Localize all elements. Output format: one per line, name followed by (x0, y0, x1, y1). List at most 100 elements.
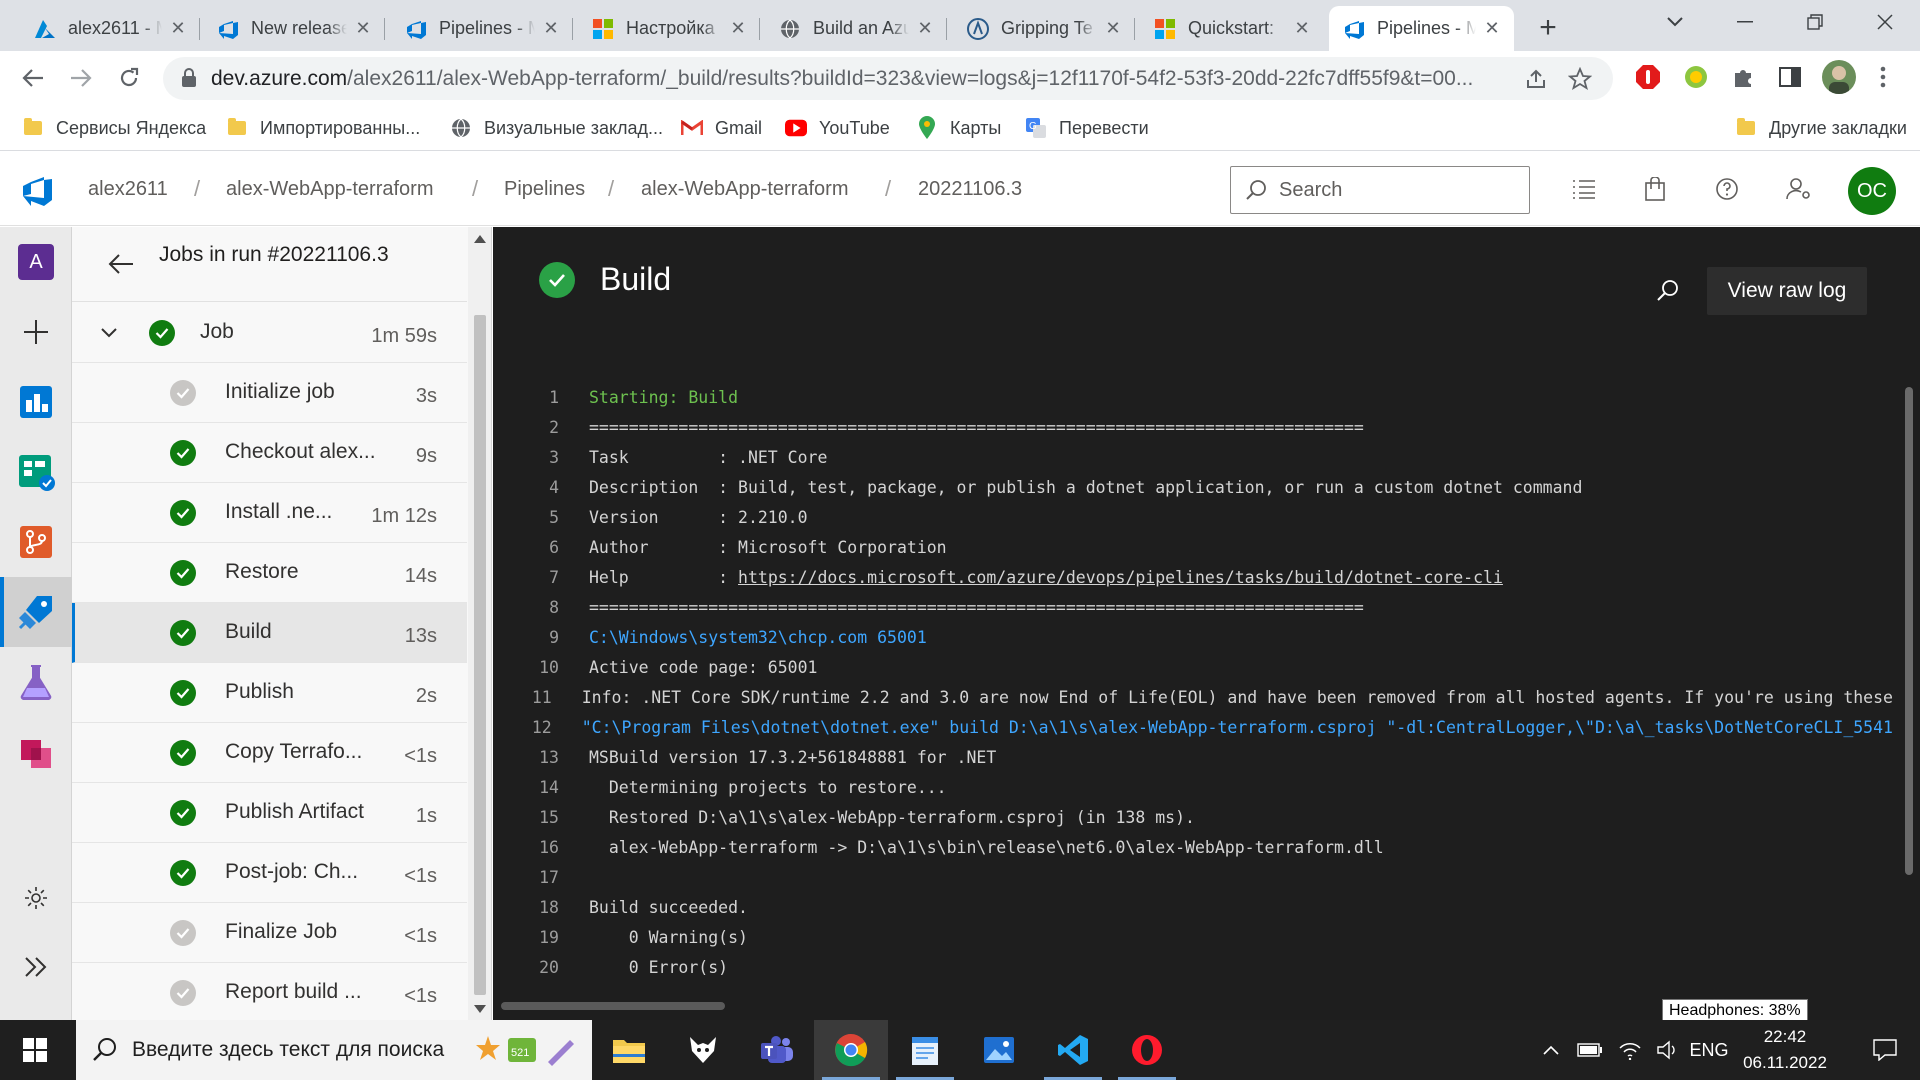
close-tab-icon[interactable]: ✕ (915, 18, 935, 39)
breadcrumb-pipeline[interactable]: alex-WebApp-terraform (641, 152, 848, 226)
adblock-extension-icon[interactable] (1633, 62, 1663, 92)
opera-icon[interactable] (1110, 1020, 1184, 1080)
notepad-icon[interactable] (888, 1020, 962, 1080)
browser-tab[interactable]: Pipelines - M ✕ (391, 6, 573, 51)
restore-icon[interactable] (1780, 0, 1850, 44)
job-group-row[interactable]: Job 1m 59s (72, 303, 467, 363)
overview-icon[interactable] (0, 367, 72, 437)
browser-tab[interactable]: New release ✕ (203, 6, 385, 51)
org-switcher[interactable]: A (0, 227, 72, 297)
photos-icon[interactable] (962, 1020, 1036, 1080)
close-tab-icon[interactable]: ✕ (1103, 18, 1123, 39)
repos-icon[interactable] (0, 507, 72, 577)
volume-icon[interactable] (1650, 1020, 1686, 1080)
bookmark-star-icon[interactable] (1567, 66, 1593, 92)
log-vertical-scrollbar[interactable] (1905, 387, 1913, 875)
taskbar-search-box[interactable]: Введите здесь текст для поиска 521 (76, 1020, 592, 1080)
browser-tab[interactable]: Build an Azu ✕ (765, 6, 947, 51)
close-tab-icon[interactable]: ✕ (353, 18, 373, 39)
address-bar[interactable]: dev.azure.com/alex2611/alex-WebApp-terra… (163, 57, 1613, 100)
profile-avatar[interactable] (1822, 60, 1856, 94)
show-hidden-icons-chevron-icon[interactable] (1536, 1020, 1566, 1080)
breadcrumb-project[interactable]: alex-WebApp-terraform (226, 152, 433, 226)
bookmark-yandex-services[interactable]: Сервисы Яндекса (22, 105, 206, 151)
view-raw-log-button[interactable]: View raw log (1707, 267, 1867, 315)
fox-app-icon[interactable] (666, 1020, 740, 1080)
job-step-row[interactable]: Publish 2s (72, 663, 467, 723)
close-tab-icon[interactable]: ✕ (168, 18, 188, 39)
project-settings-gear-icon[interactable] (0, 863, 72, 933)
input-language[interactable]: ENG (1686, 1020, 1732, 1080)
vscode-icon[interactable] (1036, 1020, 1110, 1080)
close-tab-icon[interactable]: ✕ (728, 18, 748, 39)
windows-start-icon[interactable] (0, 1020, 70, 1080)
browser-tab[interactable]: Настройка ✕ (578, 6, 760, 51)
browser-tab[interactable]: Pipelines - M ✕ (1329, 6, 1514, 51)
minimize-icon[interactable] (1710, 0, 1780, 44)
side-panel-icon[interactable] (1775, 62, 1805, 92)
bookmark-imported[interactable]: Импортированны... (226, 105, 420, 151)
close-window-icon[interactable] (1850, 0, 1920, 44)
bookmark-visual-bookmarks[interactable]: Визуальные заклад... (450, 105, 663, 151)
teams-icon[interactable] (740, 1020, 814, 1080)
job-step-row[interactable]: Publish Artifact 1s (72, 783, 467, 843)
bookmark-maps[interactable]: Карты (916, 105, 1001, 151)
job-step-row[interactable]: Copy Terrafo... <1s (72, 723, 467, 783)
browser-tab[interactable]: Gripping Te ✕ (953, 6, 1135, 51)
browser-tab[interactable]: Quickstart: ✕ (1140, 6, 1324, 51)
notifications-icon[interactable] (1850, 1020, 1920, 1080)
new-tab-button[interactable]: + (1530, 10, 1566, 46)
artifacts-icon[interactable] (0, 717, 72, 787)
job-step-row[interactable]: Report build ... <1s (72, 963, 467, 1020)
breadcrumb-run[interactable]: 20221106.3 (918, 152, 1022, 226)
battery-icon[interactable] (1572, 1020, 1608, 1080)
work-items-list-icon[interactable] (1567, 172, 1601, 206)
test-plans-icon[interactable] (0, 647, 72, 717)
close-tab-icon[interactable]: ✕ (1292, 18, 1312, 39)
boards-icon[interactable] (0, 437, 72, 507)
add-icon[interactable] (0, 297, 72, 367)
wifi-icon[interactable] (1612, 1020, 1648, 1080)
forward-icon[interactable] (62, 59, 100, 97)
jobs-scrollbar-thumb[interactable] (474, 315, 486, 995)
log-help-link[interactable]: https://docs.microsoft.com/azure/devops/… (738, 568, 1503, 587)
job-step-row[interactable]: Build 13s (72, 603, 467, 663)
user-settings-icon[interactable] (1782, 172, 1816, 206)
log-horizontal-scrollbar[interactable] (501, 1002, 725, 1010)
system-clock[interactable]: 22:42 06.11.2022 (1730, 1024, 1840, 1076)
user-avatar[interactable]: OC (1848, 167, 1896, 215)
close-tab-icon[interactable]: ✕ (1482, 18, 1502, 39)
marketplace-bag-icon[interactable] (1638, 172, 1672, 206)
pipelines-icon[interactable] (0, 577, 72, 647)
job-step-row[interactable]: Restore 14s (72, 543, 467, 603)
bookmark-other[interactable]: Другие закладки (1735, 105, 1907, 151)
log-search-icon[interactable] (1653, 275, 1683, 305)
breadcrumb-pipelines[interactable]: Pipelines (504, 152, 585, 226)
browser-tab[interactable]: alex2611 - M ✕ (20, 6, 200, 51)
search-box[interactable]: Search (1230, 166, 1530, 214)
help-icon[interactable] (1710, 172, 1744, 206)
job-step-row[interactable]: Post-job: Ch... <1s (72, 843, 467, 903)
lock-icon[interactable] (181, 68, 197, 94)
expand-rail-icon[interactable] (0, 932, 72, 1002)
job-step-row[interactable]: Initialize job 3s (72, 363, 467, 423)
tab-search-icon[interactable] (1640, 0, 1710, 44)
chevron-down-icon[interactable] (100, 321, 118, 345)
reload-icon[interactable] (110, 59, 148, 97)
azure-devops-logo-icon[interactable] (20, 173, 54, 207)
jobs-scrollbar[interactable] (468, 227, 491, 1020)
close-tab-icon[interactable]: ✕ (541, 18, 561, 39)
browser-menu-icon[interactable] (1868, 62, 1898, 92)
back-icon[interactable] (14, 59, 52, 97)
job-step-row[interactable]: Finalize Job <1s (72, 903, 467, 963)
file-explorer-icon[interactable] (592, 1020, 666, 1080)
extensions-puzzle-icon[interactable] (1728, 62, 1758, 92)
chrome-icon[interactable] (814, 1020, 888, 1080)
bookmark-youtube[interactable]: YouTube (785, 105, 890, 151)
bookmark-translate[interactable]: G Перевести (1025, 105, 1149, 151)
share-icon[interactable] (1523, 66, 1549, 92)
job-step-row[interactable]: Checkout alex... 9s (72, 423, 467, 483)
job-step-row[interactable]: Install .ne... 1m 12s (72, 483, 467, 543)
bookmark-gmail[interactable]: Gmail (681, 105, 762, 151)
breadcrumb-organization[interactable]: alex2611 (88, 152, 168, 226)
